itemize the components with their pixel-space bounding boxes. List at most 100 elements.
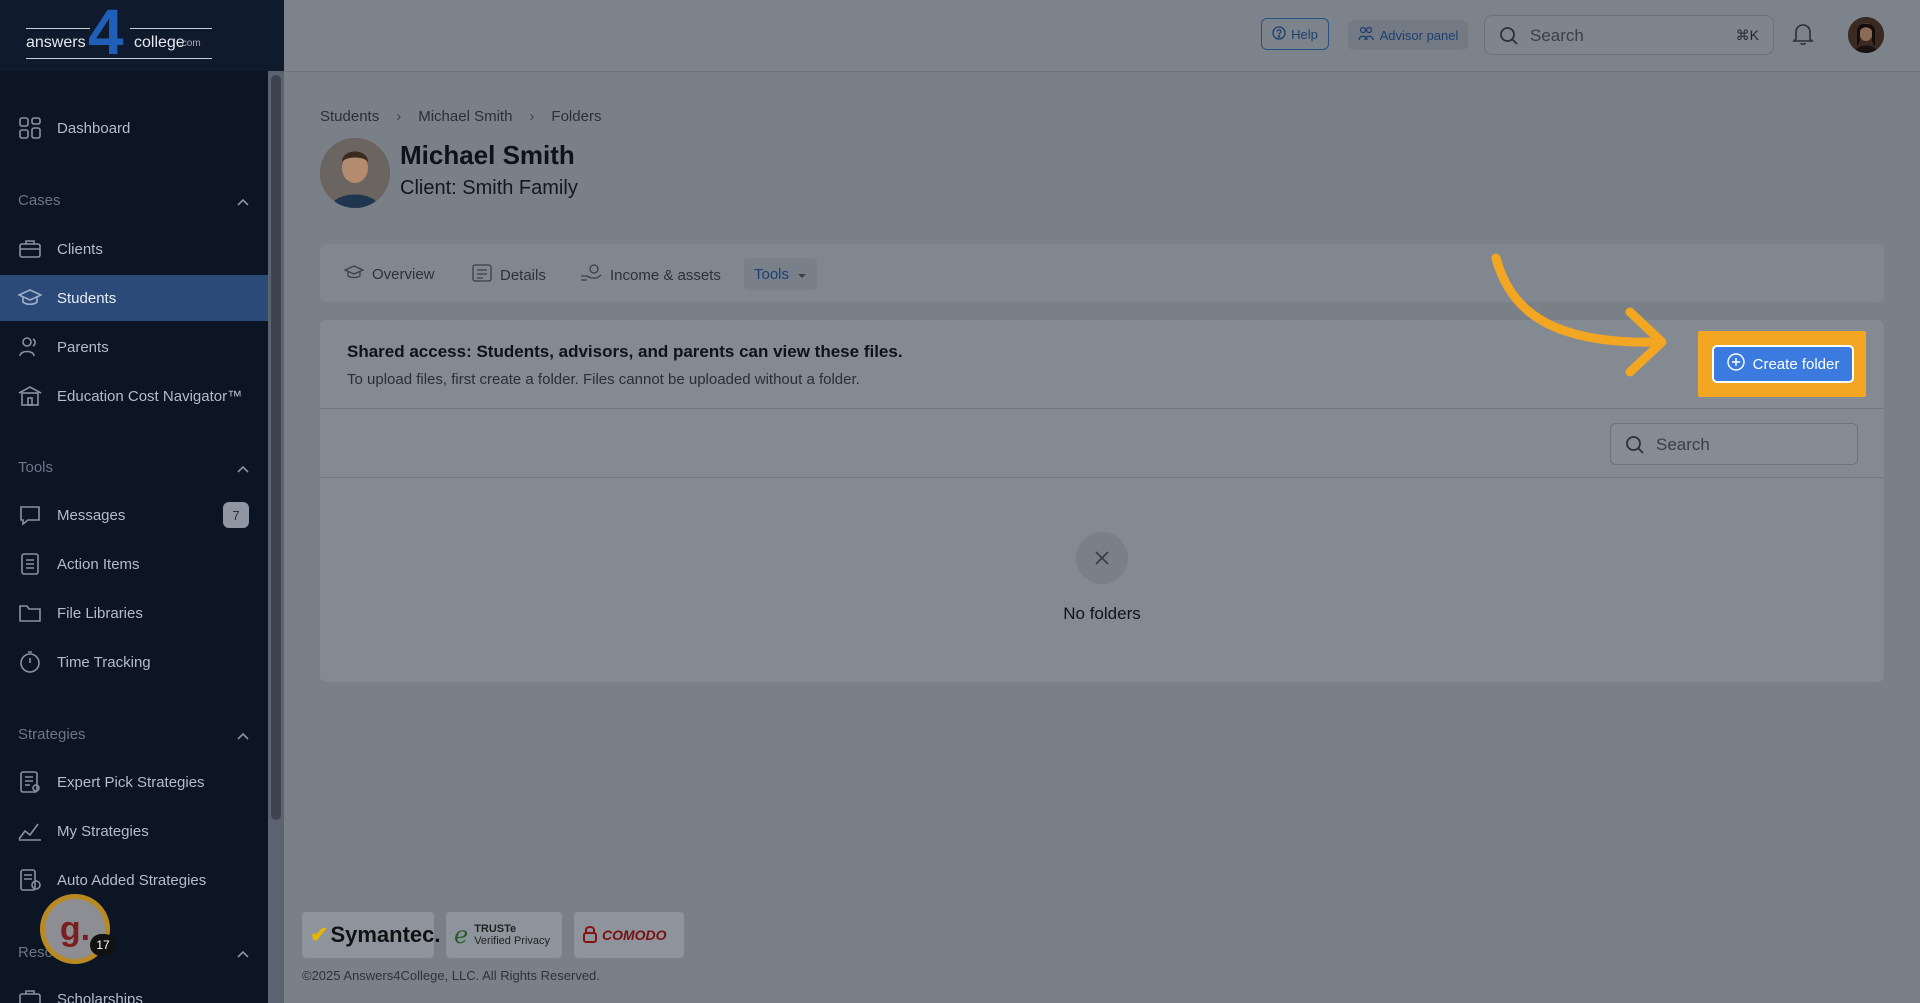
chat-bubble-icon (18, 503, 42, 527)
sidebar-item-label: Action Items (57, 555, 140, 573)
seal-sublabel: Verified Privacy (474, 935, 551, 947)
breadcrumb-students[interactable]: Students (320, 108, 379, 125)
breadcrumb-folders: Folders (551, 108, 602, 125)
sidebar-scroll-thumb[interactable] (271, 75, 281, 820)
global-search-input[interactable]: Search ⌘K (1484, 15, 1774, 55)
sidebar-item-label: Clients (57, 240, 103, 258)
sidebar-item-messages[interactable]: Messages 7 (0, 492, 268, 538)
sidebar-item-clients[interactable]: Clients (0, 226, 268, 272)
logo-line (26, 28, 90, 29)
sidebar-item-dashboard[interactable]: Dashboard (0, 105, 268, 151)
section-cases[interactable]: Cases (18, 192, 250, 209)
logo-word: college (134, 34, 185, 51)
user-avatar[interactable] (1848, 17, 1884, 53)
hand-coin-icon (580, 264, 602, 286)
search-placeholder: Search (1656, 435, 1710, 454)
sidebar-item-label: Students (57, 289, 117, 307)
panel-title: Shared access: Students, advisors, and p… (347, 342, 903, 361)
help-label: Help (1291, 26, 1318, 42)
sidebar-item-file-libraries[interactable]: File Libraries (0, 590, 268, 636)
plus-circle-icon (1726, 353, 1745, 375)
search-shortcut: ⌘K (1735, 27, 1759, 43)
section-label: Strategies (18, 726, 86, 743)
tab-label: Tools (754, 265, 790, 283)
tab-income-assets[interactable]: Income & assets (580, 264, 721, 286)
sidebar-item-label: Parents (57, 338, 109, 356)
section-strategies[interactable]: Strategies (18, 726, 250, 743)
seal-label: COMODO (602, 927, 667, 943)
close-icon (1076, 532, 1128, 584)
tab-tools[interactable]: Tools (744, 258, 818, 290)
truste-seal[interactable]: ℯ TRUSTe Verified Privacy (446, 912, 562, 958)
panel-toolbar: Search (320, 409, 1884, 478)
section-label: Cases (18, 192, 61, 209)
logo-line (130, 28, 212, 29)
truste-logo-icon: ℯ (454, 921, 469, 949)
help-button[interactable]: Help (1261, 18, 1329, 50)
checkmark-icon: ✔ (310, 922, 329, 947)
empty-state-text: No folders (1063, 604, 1141, 623)
copyright-text: ©2025 Answers4College, LLC. All Rights R… (302, 968, 600, 983)
sidebar-item-scholarships[interactable]: Scholarships (0, 976, 268, 1003)
panel-description: To upload files, first create a folder. … (347, 371, 860, 388)
folder-search-input[interactable]: Search (1610, 423, 1858, 465)
logo-bar: answers 4 college .com (0, 0, 284, 71)
graduation-cap-icon (18, 286, 42, 310)
tab-details[interactable]: Details (472, 264, 546, 286)
search-icon (1625, 435, 1645, 460)
symantec-seal[interactable]: ✔ Symantec. (302, 912, 441, 958)
checklist-icon (18, 552, 42, 576)
sidebar-item-action-items[interactable]: Action Items (0, 541, 268, 587)
sidebar-item-time-tracking[interactable]: Time Tracking (0, 639, 268, 685)
sidebar-item-education-cost-navigator[interactable]: Education Cost Navigator™ (0, 373, 268, 419)
client-subtitle: Client: Smith Family (400, 177, 578, 199)
sidebar-item-label: Dashboard (57, 119, 131, 137)
advisor-panel-label: Advisor panel (1379, 27, 1459, 43)
chevron-up-icon (236, 461, 250, 478)
sidebar-item-students[interactable]: Students (0, 275, 268, 321)
sidebar-item-label: Auto Added Strategies (57, 871, 207, 889)
school-icon (18, 384, 42, 408)
sidebar-item-label: Expert Pick Strategies (57, 773, 205, 791)
breadcrumb: Students › Michael Smith › Folders (320, 108, 601, 125)
sidebar-item-auto-added-strategies[interactable]: Auto Added Strategies (0, 857, 268, 903)
auto-strategy-icon (18, 868, 42, 892)
tab-label: Overview (372, 265, 435, 283)
seal-label: Symantec. (330, 922, 441, 947)
chevron-up-icon (236, 194, 250, 211)
tab-overview[interactable]: Overview (343, 264, 435, 284)
section-tools[interactable]: Tools (18, 459, 250, 476)
stopwatch-icon (18, 650, 42, 674)
tab-label: Details (500, 266, 546, 284)
chevron-up-icon (236, 728, 250, 745)
caret-down-icon (797, 266, 807, 283)
logo-digit: 4 (88, 0, 124, 68)
chevron-right-icon: › (396, 108, 402, 125)
security-seals: ✔ Symantec. ℯ TRUSTe Verified Privacy CO… (302, 912, 684, 958)
widget-count-badge: 17 (90, 934, 116, 956)
sidebar-item-parents[interactable]: Parents (0, 324, 268, 370)
student-avatar (320, 138, 390, 208)
sidebar-item-label: My Strategies (57, 822, 149, 840)
advisor-icon (1357, 26, 1374, 45)
sidebar-item-label: Messages (57, 506, 126, 524)
create-folder-button[interactable]: Create folder (1712, 345, 1854, 383)
chevron-right-icon: › (529, 108, 535, 125)
create-folder-label: Create folder (1752, 355, 1840, 373)
sidebar: Dashboard Cases Clients Students Parents… (0, 0, 268, 1003)
advisor-panel-button[interactable]: Advisor panel (1348, 20, 1468, 50)
breadcrumb-student[interactable]: Michael Smith (418, 108, 512, 125)
brand-logo[interactable]: answers 4 college .com (26, 0, 216, 64)
arrow-annotation (1491, 253, 1667, 377)
comodo-seal[interactable]: COMODO (574, 912, 684, 958)
sidebar-item-expert-pick-strategies[interactable]: Expert Pick Strategies (0, 759, 268, 805)
seal-text: TRUSTe Verified Privacy (474, 923, 550, 947)
sidebar-item-my-strategies[interactable]: My Strategies (0, 808, 268, 854)
logo-word: answers (26, 34, 86, 51)
bell-icon[interactable] (1792, 22, 1814, 51)
logo-suffix: .com (179, 38, 201, 49)
seal-label: TRUSTe (474, 923, 517, 935)
briefcase-icon (18, 987, 42, 1003)
folder-icon (18, 601, 42, 625)
briefcase-icon (18, 237, 42, 261)
